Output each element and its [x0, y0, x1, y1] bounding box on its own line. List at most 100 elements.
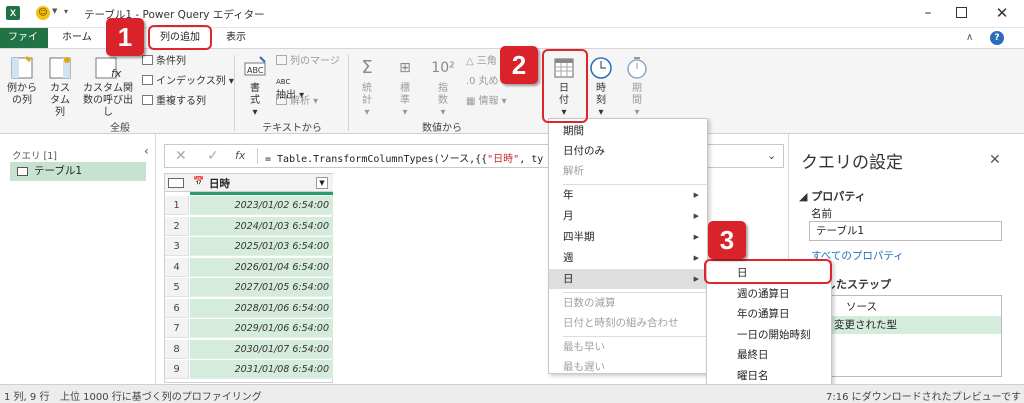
rounding-button[interactable]: .0 丸め — [466, 75, 499, 89]
maximize-button[interactable] — [956, 7, 967, 18]
standard-button[interactable]: ⊞ 標準 ▾ — [390, 55, 420, 119]
row-number: 9 — [165, 360, 189, 379]
parse-icon — [276, 95, 287, 105]
table-row[interactable]: 2 2024/01/03 6:54:00 — [165, 216, 333, 236]
table-icon — [17, 167, 28, 176]
column-filter-button[interactable]: ▼ — [316, 177, 328, 189]
duplicate-column-button[interactable]: 重複する列 — [142, 95, 206, 109]
menu-item-combine-date-time[interactable]: 日付と時刻の組み合わせ — [549, 313, 707, 333]
column-from-examples-button[interactable]: 例からの列 — [4, 55, 40, 107]
menu-item-duration[interactable]: 期間 — [549, 121, 707, 141]
smiley-feedback-icon[interactable]: ☺ — [36, 6, 50, 20]
close-window-button[interactable]: ✕ — [992, 3, 1012, 23]
information-button[interactable]: ▦ 情報 ▾ — [466, 95, 507, 109]
confirm-formula-icon[interactable]: ✓ — [207, 148, 219, 164]
menu-item-date-only[interactable]: 日付のみ — [549, 141, 707, 161]
step-source[interactable]: ソース — [810, 298, 1001, 316]
cell-datetime[interactable]: 2030/01/07 6:54:00 — [190, 339, 333, 359]
date-menu-items: 期間 日付のみ 解析年 ▶ 月 ▶ 四半期 ▶ 週 ▶ 日 ▶ 日数の減算 日付と時刻の組み合わせ 最も早い… — [549, 119, 707, 375]
svg-text:fx: fx — [111, 67, 122, 80]
trigonometry-button[interactable]: △ 三角 — [466, 55, 497, 69]
table-row[interactable]: 9 2031/01/08 6:54:00 — [165, 360, 333, 379]
format-button[interactable]: ABC 書式 ▾ — [238, 55, 272, 119]
formula-text[interactable]: = Table.TransformColumnTypes(ソース,{{"日時",… — [265, 150, 543, 165]
cell-datetime[interactable]: 2031/01/08 6:54:00 — [190, 360, 333, 379]
customize-qat-icon[interactable]: ▾ — [64, 7, 68, 16]
column-from-examples-icon — [11, 55, 33, 79]
table-row[interactable]: 8 2030/01/07 6:54:00 — [165, 339, 333, 359]
query-name-input[interactable]: テーブル1 — [809, 221, 1002, 241]
tab-view[interactable]: 表示 — [218, 28, 254, 48]
datetime-type-icon[interactable]: 📅 — [193, 177, 204, 187]
table-row[interactable]: 5 2027/01/05 6:54:00 — [165, 278, 333, 297]
table-row[interactable]: 1 2023/01/02 6:54:00 — [165, 196, 333, 215]
time-button[interactable]: 時刻 ▾ — [586, 55, 616, 119]
table-row[interactable]: 3 2025/01/03 6:54:00 — [165, 237, 333, 256]
table-row[interactable]: 4 2026/01/04 6:54:00 — [165, 257, 333, 277]
cell-datetime[interactable]: 2023/01/02 6:54:00 — [190, 196, 333, 215]
cell-datetime[interactable]: 2024/01/03 6:54:00 — [190, 216, 333, 236]
table-menu-icon[interactable] — [168, 178, 184, 188]
parse-button[interactable]: 解析 ▾ — [276, 95, 318, 109]
submenu-arrow-icon: ▶ — [693, 254, 699, 262]
custom-column-button[interactable]: カスタム列 — [44, 55, 76, 119]
cell-datetime[interactable]: 2026/01/04 6:54:00 — [190, 257, 333, 277]
steps-list: ソース 変更された型 — [809, 295, 1002, 377]
menu-item-earliest[interactable]: 最も早い — [549, 337, 707, 357]
menu-item-week[interactable]: 週 ▶ — [549, 248, 707, 268]
scientific-button[interactable]: 10² 指数 ▾ — [428, 55, 458, 119]
tab-file[interactable]: ファイル — [0, 28, 48, 63]
merge-columns-button[interactable]: 列のマージ — [276, 55, 340, 69]
dropdown-arrow-icon[interactable]: ▼ — [52, 7, 57, 15]
row-number: 5 — [165, 278, 189, 297]
statistics-button[interactable]: Σ 統計 ▾ — [352, 55, 382, 119]
clock-icon — [590, 57, 612, 79]
data-grid: 📅 日時 ▼ 1 2023/01/02 6:54:00 2 2024/01/03 6:… — [164, 173, 333, 383]
menu-item-latest[interactable]: 最も遅い — [549, 357, 707, 377]
menu-item-parse[interactable]: 解析 — [549, 161, 707, 181]
cancel-formula-icon[interactable]: ✕ — [175, 148, 187, 164]
sigma-icon: Σ — [361, 57, 373, 78]
format-icon: ABC — [244, 56, 266, 76]
menu-item-month[interactable]: 月 ▶ — [549, 206, 707, 226]
help-icon[interactable]: ? — [990, 31, 1004, 45]
step-badge-2: 2 — [500, 46, 538, 84]
duration-button[interactable]: 期間 ▾ — [622, 55, 652, 119]
query-item[interactable]: テーブル1 — [10, 162, 146, 181]
tab-home[interactable]: ホーム — [54, 28, 100, 48]
index-column-button[interactable]: インデックス列 ▾ — [142, 75, 234, 89]
submenu-item-day-name[interactable]: 曜日名 — [707, 366, 831, 386]
expand-formula-icon[interactable]: ⌄ — [767, 149, 776, 162]
duplicate-column-icon — [142, 95, 153, 105]
fx-icon[interactable]: fx — [235, 149, 245, 162]
group-general-label: 全般 — [110, 123, 130, 134]
invoke-custom-function-button[interactable]: fx カスタム関数の呼び出し — [80, 55, 136, 119]
menu-item-quarter[interactable]: 四半期 ▶ — [549, 227, 707, 247]
date-dropdown-menu: 期間 日付のみ 解析年 ▶ 月 ▶ 四半期 ▶ 週 ▶ 日 ▶ 日数の減算 日付と時刻の組み合わせ 最も早い… — [548, 118, 708, 374]
conditional-column-button[interactable]: 条件列 — [142, 55, 186, 69]
menu-item-year[interactable]: 年 ▶ — [549, 185, 707, 205]
cell-datetime[interactable]: 2028/01/06 6:54:00 — [190, 298, 333, 318]
cell-datetime[interactable]: 2025/01/03 6:54:00 — [190, 237, 333, 256]
menu-item-subtract-days[interactable]: 日数の減算 — [549, 293, 707, 313]
collapse-pane-icon[interactable]: ‹ — [144, 144, 149, 158]
row-number: 2 — [165, 216, 189, 236]
table-row[interactable]: 7 2029/01/06 6:54:00 — [165, 319, 333, 338]
menu-item-day[interactable]: 日 ▶ — [549, 269, 707, 289]
profiling-mode[interactable]: 上位 1000 行に基づく列のプロファイリング — [60, 388, 262, 403]
close-settings-icon[interactable]: ✕ — [989, 152, 1001, 168]
table-row[interactable]: 6 2028/01/06 6:54:00 — [165, 298, 333, 318]
step-changed-type[interactable]: 変更された型 — [810, 316, 1001, 334]
minimize-button[interactable]: – — [918, 4, 938, 22]
column-header-datetime[interactable]: 日時 — [209, 176, 230, 191]
collapse-ribbon-icon[interactable]: ∧ — [966, 32, 973, 43]
submenu-arrow-icon: ▶ — [693, 191, 699, 199]
submenu-item-start-of-day[interactable]: 一日の開始時刻 — [707, 325, 831, 345]
status-bar: 1 列, 9 行 上位 1000 行に基づく列のプロファイリング 7:16 にダ… — [0, 384, 1024, 403]
merge-columns-icon — [276, 55, 287, 65]
submenu-item-end-of-day[interactable]: 最終日 — [707, 345, 831, 365]
cell-datetime[interactable]: 2029/01/06 6:54:00 — [190, 319, 333, 338]
submenu-item-day-of-week[interactable]: 週の通算日 — [707, 284, 831, 304]
submenu-item-day-of-year[interactable]: 年の通算日 — [707, 304, 831, 324]
cell-datetime[interactable]: 2027/01/05 6:54:00 — [190, 278, 333, 297]
